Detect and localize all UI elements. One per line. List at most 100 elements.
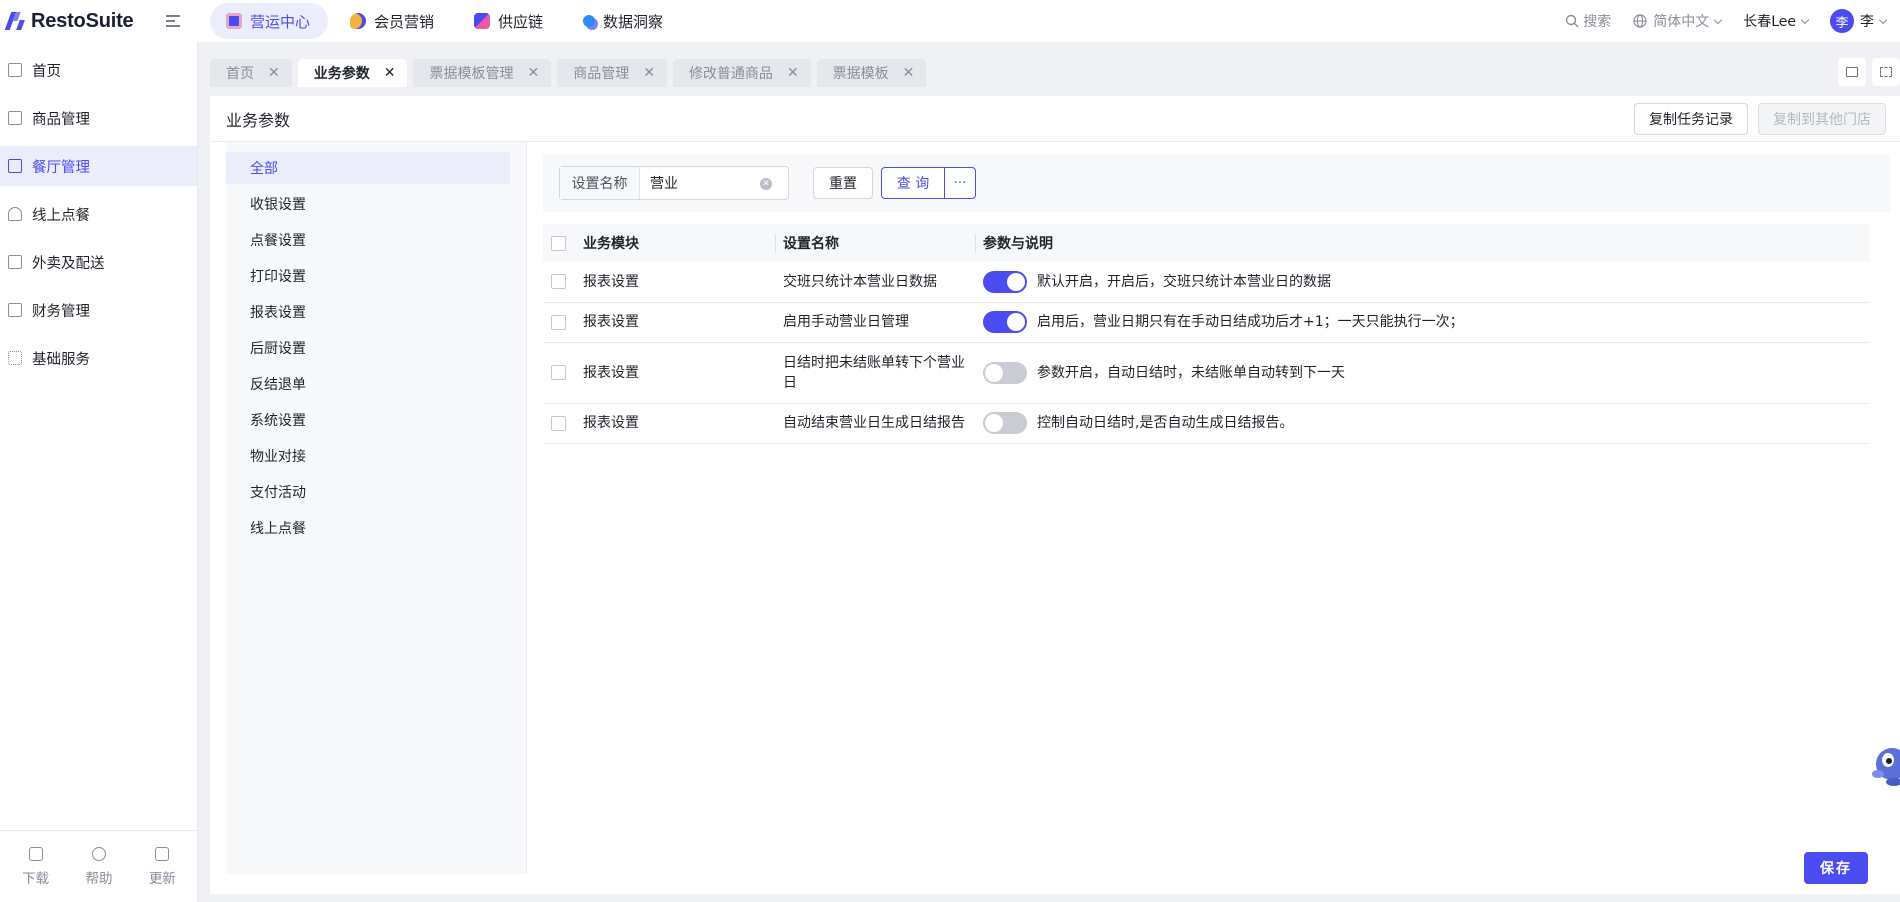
category-all[interactable]: 全部 bbox=[226, 152, 510, 184]
topnav-operations[interactable]: 营运中心 bbox=[210, 3, 329, 39]
save-button[interactable]: 保存 bbox=[1804, 852, 1868, 884]
table-header: 业务模块 设置名称 参数与说明 bbox=[543, 224, 1870, 262]
row-description: 默认开启，开启后，交班只统计本营业日的数据 bbox=[1037, 273, 1331, 290]
setting-toggle[interactable] bbox=[983, 311, 1027, 333]
table-row: 报表设置 交班只统计本营业日数据 默认开启，开启后，交班只统计本营业日的数据 bbox=[543, 262, 1870, 303]
sidebar-item-delivery[interactable]: 外卖及配送 bbox=[0, 242, 197, 282]
copy-to-other-stores-button[interactable]: 复制到其他门店 bbox=[1758, 103, 1886, 135]
global-search[interactable]: 搜索 bbox=[1565, 11, 1611, 31]
page-title: 业务参数 bbox=[226, 110, 291, 130]
row-setting-name: 自动结束营业日生成日结报告 bbox=[775, 403, 975, 444]
header-actions: 复制任务记录 复制到其他门店 bbox=[1634, 103, 1886, 135]
filter-label: 设置名称 bbox=[560, 167, 640, 199]
collapse-sidebar-icon[interactable] bbox=[166, 14, 182, 28]
category-reports[interactable]: 报表设置 bbox=[226, 296, 510, 328]
clear-icon[interactable]: ✕ bbox=[760, 178, 772, 190]
close-icon[interactable]: ✕ bbox=[787, 65, 799, 81]
category-online-ordering[interactable]: 线上点餐 bbox=[226, 512, 510, 544]
topnav-supply-chain[interactable]: 供应链 bbox=[458, 3, 561, 39]
fullscreen-button[interactable] bbox=[1872, 58, 1900, 86]
sidebar-item-home[interactable]: 首页 bbox=[0, 50, 197, 90]
filter-bar: 设置名称 营业 ✕ 重置 查 询 ··· bbox=[543, 154, 1890, 212]
category-kitchen[interactable]: 后厨设置 bbox=[226, 332, 510, 364]
select-all-checkbox[interactable] bbox=[551, 235, 566, 251]
avatar: 李 bbox=[1830, 9, 1854, 33]
row-checkbox[interactable] bbox=[551, 274, 566, 290]
box-icon bbox=[8, 111, 22, 125]
more-options-button[interactable]: ··· bbox=[944, 167, 976, 199]
close-icon[interactable]: ✕ bbox=[384, 65, 396, 81]
row-description: 参数开启，自动日结时，未结账单自动转到下一天 bbox=[1037, 364, 1345, 381]
setting-name-input[interactable]: 营业 bbox=[640, 173, 678, 193]
chevron-down-icon bbox=[1878, 15, 1888, 24]
folder-icon bbox=[8, 303, 22, 317]
supply-chain-icon bbox=[474, 13, 491, 29]
category-payment[interactable]: 支付活动 bbox=[226, 476, 510, 508]
row-description: 控制自动日结时,是否自动生成日结报告。 bbox=[1037, 415, 1294, 431]
pin-tab-button[interactable] bbox=[1838, 58, 1866, 86]
row-module: 报表设置 bbox=[575, 302, 775, 343]
category-printing[interactable]: 打印设置 bbox=[226, 260, 510, 292]
tab-product-mgmt[interactable]: 商品管理 ✕ bbox=[557, 59, 667, 87]
setting-toggle[interactable] bbox=[983, 361, 1027, 384]
grid-icon bbox=[8, 351, 22, 365]
data-insight-icon bbox=[583, 15, 596, 27]
row-description: 启用后，营业日期只有在手动日结成功后才+1；一天只能执行一次； bbox=[1037, 314, 1464, 330]
globe-icon bbox=[1633, 14, 1647, 28]
close-icon[interactable]: ✕ bbox=[643, 65, 655, 81]
close-icon[interactable]: ✕ bbox=[903, 65, 915, 81]
tab-home[interactable]: 首页 ✕ bbox=[210, 59, 292, 87]
brand: RestoSuite bbox=[0, 0, 198, 42]
category-list: 全部 收银设置 点餐设置 打印设置 报表设置 后厨设置 反结退单 系统设置 物业… bbox=[226, 142, 526, 874]
download-button[interactable]: 下载 bbox=[22, 846, 49, 887]
restosuite-logo-icon bbox=[4, 11, 26, 31]
help-button[interactable]: 帮助 bbox=[85, 846, 112, 887]
row-module: 报表设置 bbox=[575, 342, 775, 404]
chevron-down-icon bbox=[1713, 15, 1723, 24]
setting-toggle[interactable] bbox=[983, 412, 1027, 434]
help-icon bbox=[91, 846, 106, 861]
row-checkbox[interactable] bbox=[551, 365, 566, 380]
assistant-mascot-icon[interactable] bbox=[1868, 738, 1900, 790]
table-row: 报表设置 日结时把未结账单转下个营业日 参数开启，自动日结时，未结账单自动转到下… bbox=[543, 342, 1870, 404]
query-button[interactable]: 查 询 bbox=[881, 167, 945, 199]
sidebar-item-finance[interactable]: 财务管理 bbox=[0, 290, 197, 330]
page-tabs: 首页 ✕ 业务参数 ✕ 票据模板管理 ✕ 商品管理 ✕ 修改普通商品 ✕ 票据模板 ✕ bbox=[210, 58, 1900, 88]
user-menu[interactable]: 李 李 bbox=[1830, 9, 1888, 33]
topnav-data-insight[interactable]: 数据洞察 bbox=[567, 3, 681, 39]
sidebar-item-products[interactable]: 商品管理 bbox=[0, 98, 197, 138]
col-params: 参数与说明 bbox=[975, 224, 1870, 262]
topnav-member-marketing[interactable]: 会员营销 bbox=[334, 3, 452, 39]
sidebar-item-restaurant[interactable]: 餐厅管理 bbox=[0, 146, 197, 186]
row-checkbox[interactable] bbox=[551, 415, 566, 431]
category-cashier[interactable]: 收银设置 bbox=[226, 188, 510, 220]
category-ordering[interactable]: 点餐设置 bbox=[226, 224, 510, 256]
download-icon bbox=[28, 846, 43, 861]
category-property[interactable]: 物业对接 bbox=[226, 440, 510, 472]
update-button[interactable]: 更新 bbox=[149, 846, 176, 887]
org-select[interactable]: 长春Lee bbox=[1743, 11, 1810, 31]
category-system[interactable]: 系统设置 bbox=[226, 404, 510, 436]
main-panel: 业务参数 复制任务记录 复制到其他门店 全部 收银设置 点餐设置 打印设置 报表… bbox=[210, 96, 1900, 894]
tab-receipt-template-mgmt[interactable]: 票据模板管理 ✕ bbox=[413, 59, 552, 87]
category-refund[interactable]: 反结退单 bbox=[226, 368, 510, 400]
reset-button[interactable]: 重置 bbox=[813, 167, 873, 199]
language-select[interactable]: 简体中文 bbox=[1633, 11, 1723, 31]
divider bbox=[526, 142, 527, 874]
row-checkbox[interactable] bbox=[551, 314, 566, 330]
copy-task-log-button[interactable]: 复制任务记录 bbox=[1634, 103, 1748, 135]
sidebar-item-basic-services[interactable]: 基础服务 bbox=[0, 338, 197, 378]
setting-toggle[interactable] bbox=[983, 270, 1027, 293]
tab-business-params[interactable]: 业务参数 ✕ bbox=[297, 59, 408, 87]
operations-icon bbox=[226, 13, 242, 29]
content-area: 设置名称 营业 ✕ 重置 查 询 ··· 业务模块 设置名称 参数与说明 报表设… bbox=[543, 154, 1900, 444]
row-module: 报表设置 bbox=[575, 262, 775, 303]
sidebar-item-online-ordering[interactable]: 线上点餐 bbox=[0, 194, 197, 234]
settings-table: 业务模块 设置名称 参数与说明 报表设置 交班只统计本营业日数据 默认开启，开启… bbox=[543, 224, 1870, 444]
tab-receipt-template[interactable]: 票据模板 ✕ bbox=[816, 59, 927, 87]
tab-edit-product[interactable]: 修改普通商品 ✕ bbox=[672, 59, 811, 87]
close-icon[interactable]: ✕ bbox=[527, 65, 539, 81]
close-icon[interactable]: ✕ bbox=[268, 65, 280, 81]
store-icon bbox=[8, 159, 22, 173]
tab-tools bbox=[1838, 58, 1900, 86]
